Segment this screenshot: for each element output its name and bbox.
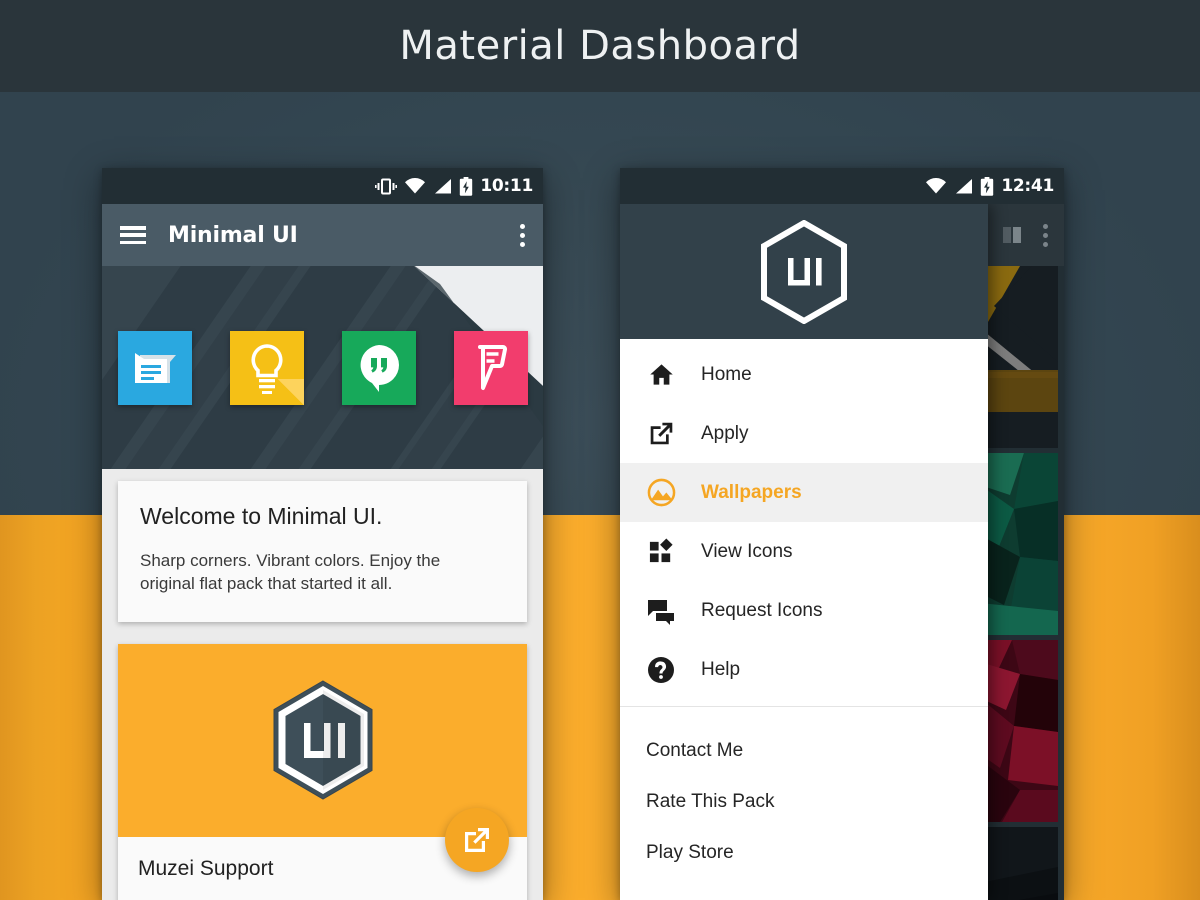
drawer-item-label: Help [701, 658, 741, 680]
minimal-ui-hexagon-logo [761, 219, 847, 324]
drawer-item-wallpapers[interactable]: Wallpapers [620, 463, 988, 522]
open-in-new-icon [465, 828, 489, 852]
hamburger-icon[interactable] [120, 226, 146, 244]
view-columns-icon[interactable] [1001, 223, 1025, 247]
drawer-item-label: Request Icons [701, 599, 823, 621]
left-phone-screenshot: 10:11 Minimal UI Welcome to Minimal UI. … [102, 168, 543, 900]
messenger-icon[interactable] [117, 330, 192, 405]
drawer-item-apply[interactable]: Apply [620, 404, 988, 463]
drawer-item-rate-this-pack[interactable]: Rate This Pack [620, 776, 988, 827]
drawer-item-label: Home [701, 363, 752, 385]
right-phone-body: Home Apply Wallpapers View Icons Request… [620, 204, 1064, 900]
drawer-item-play-store[interactable]: Play Store [620, 827, 988, 878]
left-hero-banner [102, 266, 543, 469]
drawer-item-label: Rate This Pack [646, 790, 775, 812]
drawer-header [620, 204, 988, 339]
drawer-item-request-icons[interactable]: Request Icons [620, 581, 988, 640]
kebab-menu-icon[interactable] [1043, 223, 1048, 247]
wallpaper-thumb-red-polygon[interactable] [980, 640, 1058, 822]
kebab-menu-icon[interactable] [520, 223, 525, 247]
drawer-secondary-list: Contact Me Rate This Pack Play Store [620, 707, 988, 878]
drawer-item-home[interactable]: Home [620, 345, 988, 404]
drawer-item-label: Wallpapers [701, 481, 802, 503]
battery-charging-icon [981, 176, 994, 196]
drawer-primary-list: Home Apply Wallpapers View Icons Request… [620, 339, 988, 699]
right-status-clock: 12:41 [1001, 176, 1054, 196]
muzei-card-image [118, 643, 527, 837]
signal-icon [435, 178, 452, 193]
wallpaper-thumb-green-polygon[interactable] [980, 453, 1058, 635]
open-in-new-fab[interactable] [445, 808, 509, 872]
right-phone-screenshot: 12:41 Home Apply Wallpapers View Icons R… [620, 168, 1064, 900]
wallpaper-thumb-gold-diagonal[interactable] [980, 266, 1058, 448]
foursquare-icon[interactable] [453, 330, 528, 405]
hangouts-icon[interactable] [341, 330, 416, 405]
drawer-item-label: Apply [701, 422, 749, 444]
page-banner: Material Dashboard [0, 0, 1200, 92]
wallpaper-thumb-dark[interactable] [980, 827, 1058, 900]
minimal-ui-hexagon-logo [273, 680, 372, 800]
app-icon-row [102, 266, 543, 469]
grid-icons-icon [646, 537, 676, 567]
vibrate-icon [375, 178, 398, 194]
wallpaper-grid [980, 266, 1058, 900]
chat-bubbles-icon [646, 596, 676, 626]
keep-lightbulb-icon[interactable] [229, 330, 304, 405]
welcome-card-title: Welcome to Minimal UI. [140, 503, 383, 529]
signal-icon [956, 178, 973, 193]
left-content-area: Welcome to Minimal UI. Sharp corners. Vi… [102, 469, 543, 900]
drawer-item-label: Contact Me [646, 739, 744, 761]
drawer-item-label: View Icons [701, 540, 793, 562]
left-status-bar: 10:11 [102, 168, 543, 204]
left-status-clock: 10:11 [480, 176, 533, 196]
wifi-icon [926, 177, 947, 193]
open-in-new-icon [646, 419, 676, 449]
drawer-item-contact-me[interactable]: Contact Me [620, 725, 988, 776]
left-toolbar-title: Minimal UI [168, 222, 298, 248]
screenshot-root: Material Dashboard 10:11 Minimal UI Welc… [0, 0, 1200, 900]
welcome-card[interactable]: Welcome to Minimal UI. Sharp corners. Vi… [118, 481, 527, 622]
right-status-bar: 12:41 [620, 168, 1064, 204]
image-landscape-icon [646, 478, 676, 508]
navigation-drawer: Home Apply Wallpapers View Icons Request… [620, 204, 988, 900]
welcome-card-body: Sharp corners. Vibrant colors. Enjoy the… [140, 551, 441, 593]
drawer-item-view-icons[interactable]: View Icons [620, 522, 988, 581]
left-toolbar: Minimal UI [102, 204, 543, 266]
help-circle-icon [646, 655, 676, 685]
drawer-item-label: Play Store [646, 841, 734, 863]
drawer-item-help[interactable]: Help [620, 640, 988, 699]
page-title: Material Dashboard [399, 23, 801, 69]
home-icon [646, 360, 676, 390]
wifi-icon [405, 177, 426, 193]
battery-charging-icon [460, 176, 473, 196]
